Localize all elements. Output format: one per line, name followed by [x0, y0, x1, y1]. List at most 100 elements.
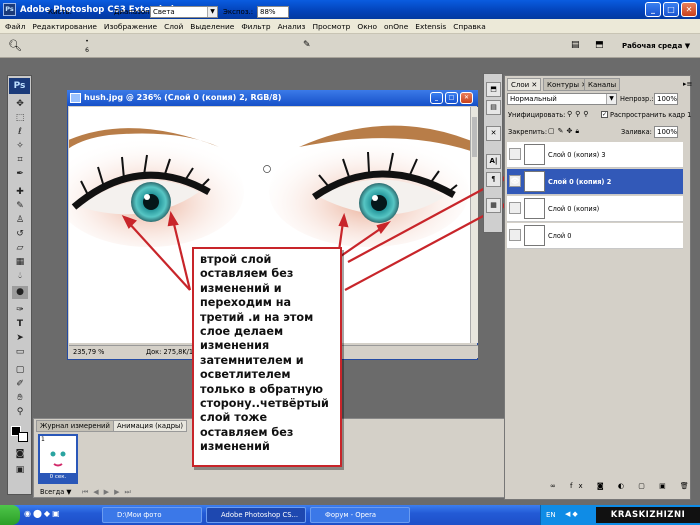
- menu-onone[interactable]: onOne: [384, 22, 408, 31]
- scroll-thumb[interactable]: [472, 117, 477, 157]
- minimize-icon[interactable]: _: [645, 2, 661, 17]
- propagate-checkbox[interactable]: ✓: [601, 111, 608, 118]
- doc-minimize-icon[interactable]: _: [430, 92, 443, 104]
- menu-layer[interactable]: Слой: [164, 22, 183, 31]
- paragraph-icon[interactable]: ¶: [486, 172, 501, 187]
- tab-animation[interactable]: Анимация (кадры): [113, 420, 188, 432]
- brush-preset-picker[interactable]: • 6: [80, 37, 94, 55]
- type-tool-icon[interactable]: T: [12, 318, 28, 331]
- burn-tool-icon[interactable]: 🔍︎: [8, 39, 22, 52]
- layer-row[interactable]: Слой 0: [507, 223, 683, 249]
- gradient-tool-icon[interactable]: ▦: [12, 256, 28, 269]
- tool-presets-icon[interactable]: ✕: [486, 126, 501, 141]
- history-brush-icon[interactable]: ↺: [12, 228, 28, 241]
- menu-analysis[interactable]: Анализ: [278, 22, 306, 31]
- maximize-icon[interactable]: □: [663, 2, 679, 17]
- character-icon[interactable]: A|: [486, 154, 501, 169]
- layer-row[interactable]: Слой 0 (копия) 3: [507, 142, 683, 168]
- layer-row[interactable]: Слой 0 (копия): [507, 196, 683, 222]
- lock-icons[interactable]: ▢✎✥🔒︎: [548, 127, 582, 136]
- path-select-icon[interactable]: ➤: [12, 332, 28, 345]
- shape-tool-icon[interactable]: ▭: [12, 346, 28, 359]
- menu-select[interactable]: Выделение: [190, 22, 234, 31]
- magic-wand-tool-icon[interactable]: ✧: [12, 140, 28, 153]
- layer-actions-bar[interactable]: ∞ fx ◙ ◐ ▢ ▣ 🗑︎: [550, 482, 695, 490]
- palette-well-icon[interactable]: ▤: [571, 40, 580, 50]
- menu-file[interactable]: Файл: [5, 22, 25, 31]
- brush-size-value: 6: [85, 47, 89, 54]
- menu-extensis[interactable]: Extensis: [415, 22, 446, 31]
- range-select[interactable]: Света ▼: [150, 6, 218, 18]
- healing-tool-icon[interactable]: ✚: [12, 186, 28, 199]
- tab-measurement-log[interactable]: Журнал измерений: [36, 420, 114, 432]
- blur-tool-icon[interactable]: 💧︎: [12, 270, 28, 283]
- layer-name: Слой 0: [548, 232, 572, 240]
- menu-edit[interactable]: Редактирование: [32, 22, 97, 31]
- layers-icon[interactable]: ▦: [486, 198, 501, 213]
- layer-row-selected[interactable]: 👁︎ Слой 0 (копия) 2: [507, 169, 683, 195]
- eye-icon[interactable]: 👁︎: [509, 175, 521, 187]
- background-color-swatch[interactable]: [18, 432, 28, 442]
- screen-mode-icon[interactable]: ▣: [12, 464, 28, 477]
- history-icon[interactable]: ▤: [486, 100, 501, 115]
- menu-view[interactable]: Просмотр: [312, 22, 350, 31]
- loop-select[interactable]: Всегда ▼: [40, 488, 71, 496]
- tray-icons[interactable]: ◀◆: [565, 510, 580, 518]
- tab-layers[interactable]: Слои ✕: [507, 78, 542, 91]
- bridge-icon[interactable]: ⬒: [595, 40, 604, 50]
- pen-tool-icon[interactable]: ✑: [12, 304, 28, 317]
- menu-filter[interactable]: Фильтр: [241, 22, 270, 31]
- panel-menu-icon[interactable]: ▸≡: [683, 80, 692, 88]
- taskbar-item-photoshop[interactable]: Adobe Photoshop CS...: [206, 507, 306, 523]
- ps-logo: Ps: [9, 78, 30, 94]
- visibility-toggle[interactable]: [509, 229, 521, 241]
- close-icon[interactable]: ✕: [681, 2, 697, 17]
- document-title-bar[interactable]: hush.jpg @ 236% (Слой 0 (копия) 2, RGB/8…: [67, 90, 478, 106]
- visibility-toggle[interactable]: [509, 148, 521, 160]
- marquee-tool-icon[interactable]: ⬚: [12, 112, 28, 125]
- navigator-icon[interactable]: ⬒: [486, 82, 501, 97]
- quick-launch-icons[interactable]: ◉⬤◆▣: [24, 509, 62, 518]
- quick-mask-icon[interactable]: ◙: [12, 448, 28, 461]
- menu-image[interactable]: Изображение: [104, 22, 157, 31]
- notes-tool-icon[interactable]: ▢: [12, 364, 28, 377]
- tab-channels[interactable]: Каналы: [584, 78, 621, 91]
- eyedropper-tool-icon[interactable]: ✐: [12, 378, 28, 391]
- opacity-label: Непрозр.:: [620, 95, 654, 103]
- crop-tool-icon[interactable]: ⌗: [12, 154, 28, 167]
- opacity-value: 100%: [657, 95, 678, 103]
- exposure-field[interactable]: 88%: [257, 6, 289, 18]
- chevron-down-icon: ▼: [606, 94, 616, 104]
- stamp-tool-icon[interactable]: ♙: [12, 214, 28, 227]
- eraser-tool-icon[interactable]: ▱: [12, 242, 28, 255]
- menu-help[interactable]: Справка: [453, 22, 486, 31]
- fill-field[interactable]: 100%: [654, 126, 678, 138]
- unify-icons[interactable]: ⚲⚲⚲: [567, 110, 591, 118]
- airbrush-icon[interactable]: ✎: [303, 40, 311, 50]
- language-indicator[interactable]: EN: [546, 511, 556, 519]
- opacity-field[interactable]: 100%: [654, 93, 678, 105]
- menu-window[interactable]: Окно: [357, 22, 377, 31]
- slice-tool-icon[interactable]: ✒: [12, 168, 28, 181]
- animation-frame[interactable]: 1 0 сек.: [38, 434, 78, 484]
- dodge-tool-icon[interactable]: ●: [12, 286, 28, 299]
- playback-controls[interactable]: ⏮◀▶▶⏭: [82, 488, 136, 497]
- workspace-menu[interactable]: Рабочая среда ▼: [622, 42, 690, 50]
- zoom-tool-icon[interactable]: ⚲: [12, 406, 28, 419]
- brush-tool-icon[interactable]: ✎: [12, 200, 28, 213]
- taskbar-item-folder[interactable]: D:\Мои фото: [102, 507, 202, 523]
- visibility-toggle[interactable]: [509, 202, 521, 214]
- unify-label: Унифицировать:: [508, 111, 566, 119]
- vertical-scrollbar[interactable]: [470, 107, 478, 343]
- lasso-tool-icon[interactable]: ℓ: [12, 126, 28, 139]
- start-button[interactable]: [0, 505, 20, 525]
- frame-delay[interactable]: 0 сек.: [40, 473, 76, 482]
- taskbar-item-opera[interactable]: Форум - Opera: [310, 507, 410, 523]
- doc-close-icon[interactable]: ✕: [460, 92, 473, 104]
- zoom-level[interactable]: 235,79 %: [73, 346, 104, 358]
- window-title-bar[interactable]: Adobe Photoshop CS3 Extended: [0, 0, 700, 19]
- hand-tool-icon[interactable]: ✋︎: [12, 392, 28, 405]
- blend-mode-select[interactable]: Нормальный ▼: [507, 93, 617, 105]
- doc-maximize-icon[interactable]: □: [445, 92, 458, 104]
- move-tool-icon[interactable]: ✥: [12, 98, 28, 111]
